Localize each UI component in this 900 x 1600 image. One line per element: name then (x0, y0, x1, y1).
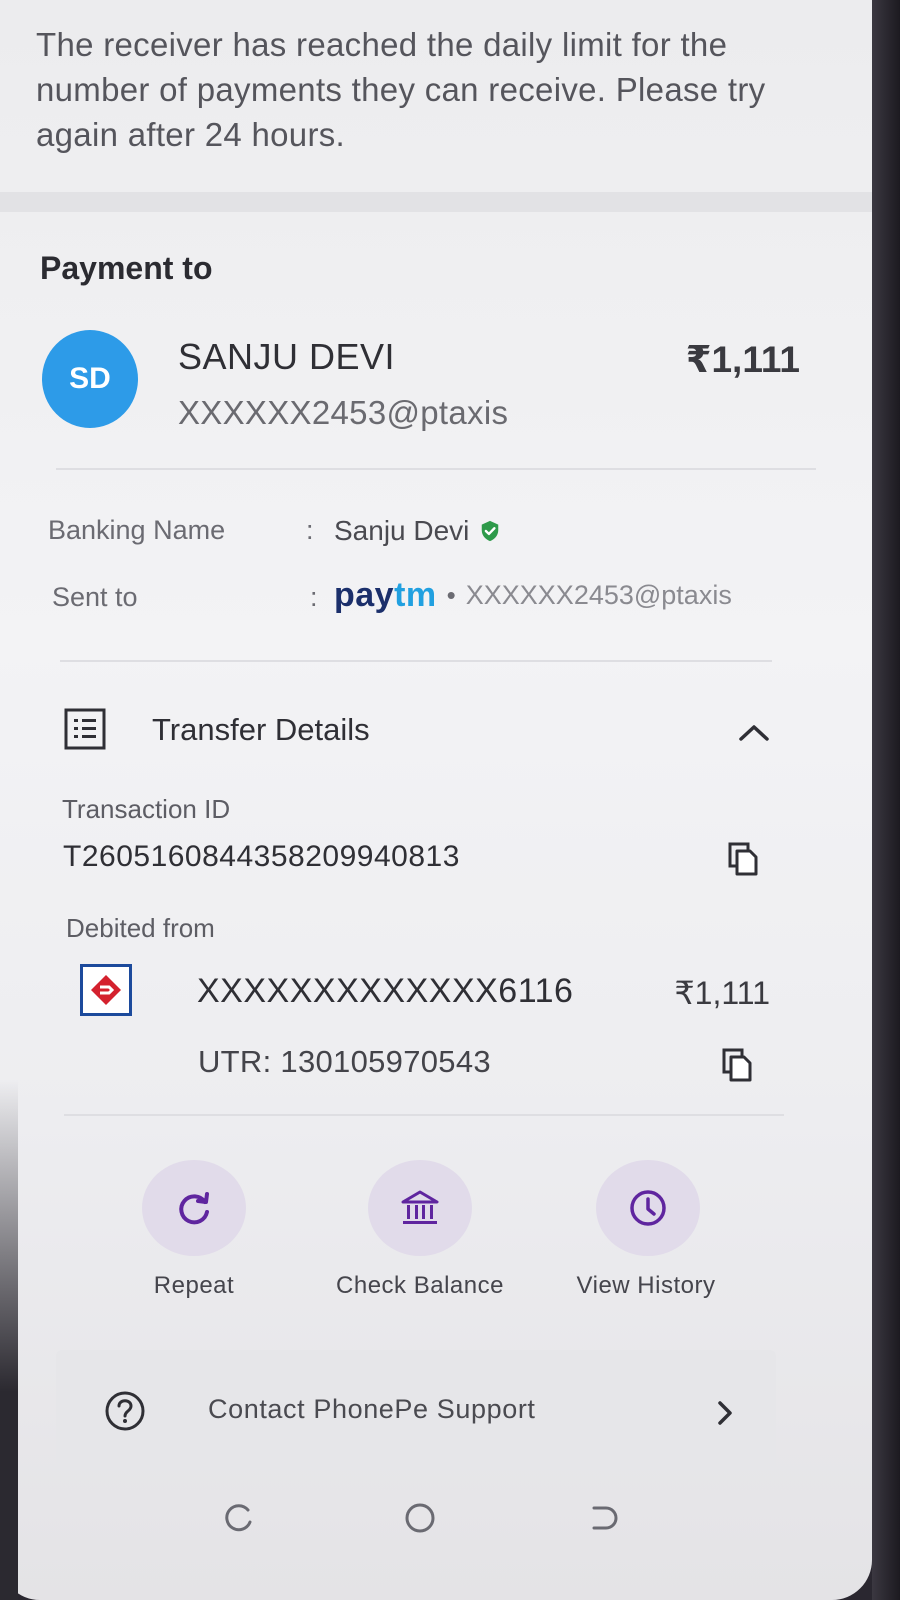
phone-screen: The receiver has reached the daily limit… (0, 0, 872, 1600)
colon: : (306, 515, 314, 545)
receipt-list-icon (64, 708, 106, 750)
sent-to-value-row: paytm • XXXXXX2453@ptaxis (334, 576, 732, 615)
colon: : (310, 582, 318, 612)
phone-bezel (872, 0, 900, 1600)
payment-amount: ₹1,111 (685, 339, 800, 380)
section-divider (0, 192, 872, 212)
help-icon (105, 1391, 145, 1431)
payee-upi-id: XXXXXX2453@ptaxis (178, 394, 509, 431)
check-balance-label[interactable]: Check Balance (320, 1272, 520, 1300)
sent-to-upi-id: XXXXXX2453@ptaxis (465, 580, 732, 610)
verified-shield-icon (482, 520, 499, 542)
separator-dot: • (446, 580, 456, 610)
view-history-label[interactable]: View History (556, 1272, 736, 1300)
bank-logo-icon (80, 964, 132, 1016)
chevron-up-icon[interactable] (738, 722, 770, 742)
debited-account-number: XXXXXXXXXXXXX6116 (197, 972, 574, 1010)
debited-from-label: Debited from (66, 913, 215, 943)
payee-avatar: SD (42, 330, 138, 428)
transaction-id: T2605160844358209940813 (63, 840, 460, 873)
payment-to-title: Payment to (40, 250, 213, 286)
utr-number: UTR: 130105970543 (198, 1044, 491, 1079)
phone-bezel (0, 1080, 18, 1600)
chevron-right-icon[interactable] (716, 1400, 734, 1426)
repeat-button[interactable] (142, 1160, 246, 1256)
transfer-details-title[interactable]: Transfer Details (152, 712, 370, 748)
back-nav-icon[interactable] (584, 1500, 620, 1536)
paytm-logo: paytm (334, 576, 437, 614)
repeat-icon (179, 1192, 209, 1225)
bank-icon (401, 1190, 439, 1224)
divider (60, 660, 772, 662)
banking-name-value: Sanju Devi (334, 515, 470, 546)
transaction-id-label: Transaction ID (62, 794, 231, 824)
debited-amount: ₹1,111 (674, 975, 770, 1011)
error-message: The receiver has reached the daily limit… (36, 26, 766, 153)
contact-support-label[interactable]: Contact PhonePe Support (208, 1394, 536, 1425)
divider (56, 468, 816, 470)
view-history-button[interactable] (596, 1160, 700, 1256)
banking-name-value-row: Sanju Devi (334, 515, 501, 547)
home-nav-icon[interactable] (402, 1500, 438, 1536)
repeat-label[interactable]: Repeat (132, 1272, 256, 1300)
divider (64, 1114, 784, 1116)
recents-nav-icon[interactable] (220, 1500, 256, 1536)
sent-to-label: Sent to (52, 582, 138, 612)
copy-icon[interactable] (728, 842, 758, 876)
banking-name-label: Banking Name (48, 515, 226, 545)
payee-name: SANJU DEVI (178, 336, 396, 377)
clock-icon (630, 1190, 666, 1226)
copy-icon[interactable] (722, 1048, 752, 1082)
check-balance-button[interactable] (368, 1160, 472, 1256)
